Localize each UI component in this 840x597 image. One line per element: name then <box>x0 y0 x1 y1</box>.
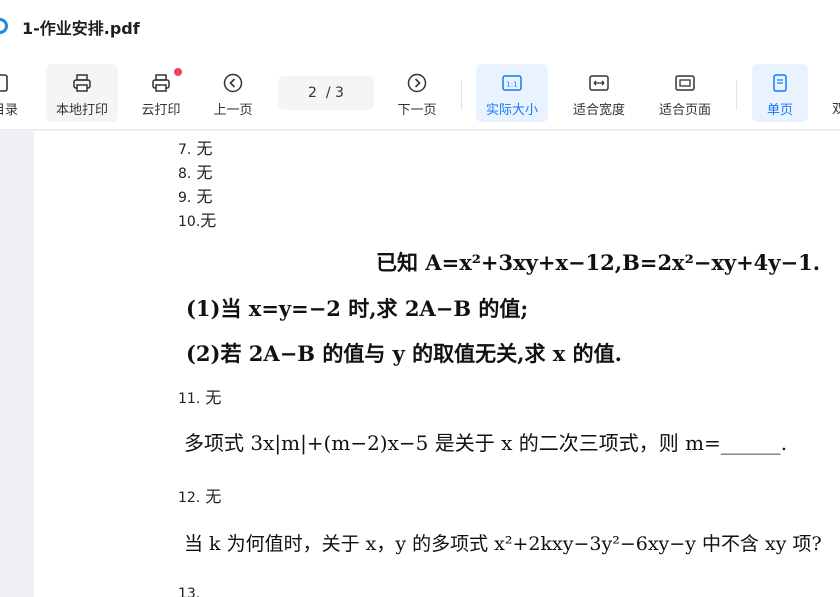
answer-line: 12. 无 <box>178 487 222 506</box>
toolbar-divider <box>736 80 737 110</box>
toolbar-overflow-item[interactable]: 双 <box>832 98 840 116</box>
title-bar: 1-作业安排.pdf <box>0 0 840 52</box>
single-page-label: 单页 <box>766 103 793 118</box>
fit-width-label: 适合宽度 <box>572 103 625 118</box>
toolbar-divider <box>461 80 462 110</box>
problem-a-line3: (2)若 2A−B 的值与 y 的取值无关,求 x 的值. <box>186 341 622 366</box>
next-page-icon <box>407 73 427 93</box>
actual-size-button[interactable]: 1:1 实际大小 <box>476 64 548 122</box>
local-print-button[interactable]: 本地打印 <box>46 64 118 122</box>
fit-width-button[interactable]: 适合宽度 <box>562 64 636 122</box>
answer-line: 7. 无 <box>178 139 213 158</box>
cloud-print-button[interactable]: 云打印 <box>128 64 194 122</box>
local-print-label: 本地打印 <box>55 103 108 118</box>
answer-line: 8. 无 <box>178 163 213 182</box>
pdf-viewer-window: 1-作业安排.pdf 目录 本地打印 云打印 <box>0 0 840 597</box>
fit-width-icon <box>589 75 609 91</box>
prev-page-icon <box>223 73 243 93</box>
problem-a-line1: 已知 A=x²+3xy+x−12,B=2x²−xy+4y−1. <box>376 250 821 275</box>
printer-icon <box>73 74 91 92</box>
answer-line: 9. 无 <box>178 187 213 206</box>
prev-page-button[interactable]: 上一页 <box>202 64 264 122</box>
next-page-button[interactable]: 下一页 <box>386 64 448 122</box>
answer-line: 13. <box>178 586 201 597</box>
document-title: 1-作业安排.pdf <box>22 19 140 38</box>
toolbar: 目录 本地打印 云打印 上一页 <box>0 52 840 130</box>
problem-b: 多项式 3x|m|+(m−2)x−5 是关于 x 的二次三项式，则 m=____… <box>184 431 788 455</box>
answer-line: 11. 无 <box>178 388 222 407</box>
actual-size-glyph: 1:1 <box>506 81 517 89</box>
fit-page-icon <box>675 75 695 91</box>
outline-label: 目录 <box>0 103 19 118</box>
outline-icon <box>0 74 8 92</box>
total-page-count: / 3 <box>325 85 344 101</box>
problem-c: 当 k 为何值时，关于 x，y 的多项式 x²+2kxy−3y²−6xy−y 中… <box>184 533 822 555</box>
fit-page-button[interactable]: 适合页面 <box>648 64 722 122</box>
answer-line: 10.无 <box>178 211 217 230</box>
cloud-print-label: 云打印 <box>141 103 181 118</box>
pdf-page: 7. 无 8. 无 9. 无 10.无 已知 A=x²+3xy+x−12,B=2… <box>34 131 840 597</box>
actual-size-icon: 1:1 <box>502 75 522 91</box>
actual-size-label: 实际大小 <box>485 103 538 118</box>
cloud-printer-icon <box>152 74 170 92</box>
notification-dot <box>174 68 182 76</box>
problem-a-line2: (1)当 x=y=−2 时,求 2A−B 的值; <box>186 296 529 321</box>
left-sidebar-strip <box>0 131 34 597</box>
page-number-field[interactable]: 2 / 3 <box>278 76 374 110</box>
app-logo-icon <box>0 18 8 34</box>
next-page-label: 下一页 <box>397 103 437 118</box>
outline-button[interactable]: 目录 <box>0 64 22 122</box>
single-page-icon <box>773 74 787 92</box>
prev-page-label: 上一页 <box>213 103 253 118</box>
current-page-number[interactable]: 2 <box>308 85 317 101</box>
fit-page-label: 适合页面 <box>658 103 711 118</box>
single-page-button[interactable]: 单页 <box>752 64 808 122</box>
